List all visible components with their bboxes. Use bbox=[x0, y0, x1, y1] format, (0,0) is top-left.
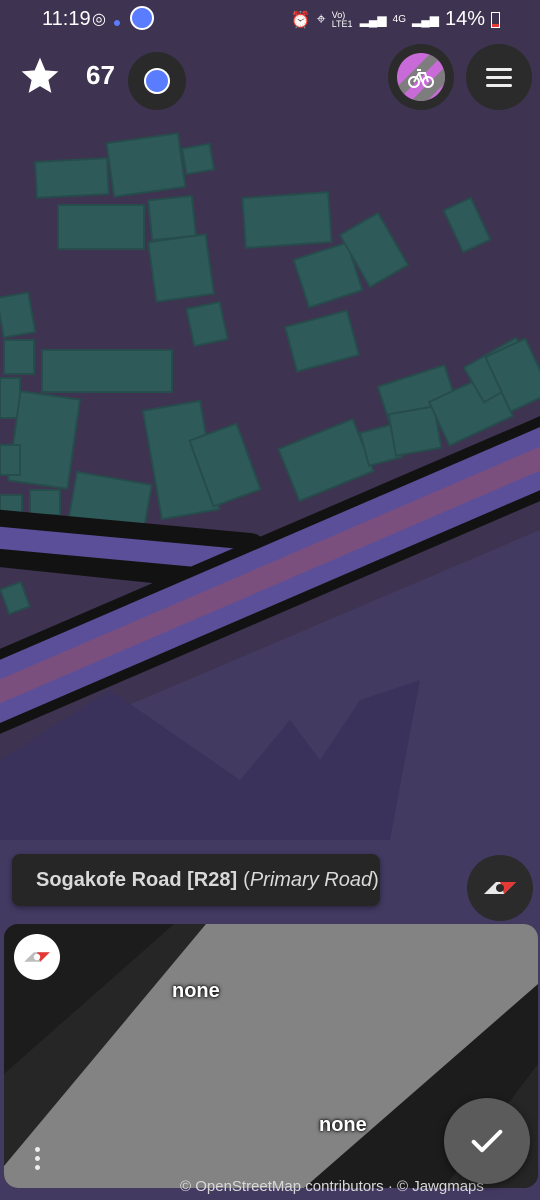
status-icons: ⏰ ⌖ Vo) LTE1 ▂▄▆ 4G ▂▄▆ 14% bbox=[291, 8, 500, 31]
signal-icon: ▂▄▆ bbox=[359, 12, 387, 27]
location-marker-icon bbox=[130, 6, 154, 30]
alarm-icon: ⏰ bbox=[290, 11, 311, 29]
volte-label: Vo) LTE1 bbox=[331, 9, 353, 29]
gps-location-button[interactable] bbox=[128, 52, 186, 110]
signal-icon-2: ▂▄▆ bbox=[412, 12, 439, 27]
compass-icon bbox=[484, 882, 516, 894]
bicycle-icon bbox=[397, 53, 445, 101]
status-dot-icon bbox=[114, 20, 120, 26]
panel-compass-button[interactable] bbox=[14, 934, 60, 980]
status-bar: 11:19 ◎ ⏰ ⌖ Vo) LTE1 ▂▄▆ 4G ▂▄▆ 14% bbox=[0, 0, 540, 40]
location-dot-icon bbox=[144, 68, 170, 94]
location-icon: ⌖ bbox=[316, 10, 326, 28]
network-type: 4G bbox=[392, 14, 406, 25]
battery-icon bbox=[491, 11, 500, 28]
side-left-value[interactable]: none bbox=[172, 980, 220, 1003]
confirm-button[interactable] bbox=[444, 1098, 530, 1184]
more-options-button[interactable] bbox=[24, 1140, 50, 1176]
road-info-label[interactable]: Sogakofe Road [R28] (Primary Road) bbox=[12, 854, 380, 906]
more-vertical-icon bbox=[34, 1146, 40, 1152]
vehicle-profile-button[interactable] bbox=[388, 44, 454, 110]
menu-button[interactable] bbox=[466, 44, 532, 110]
star-icon bbox=[21, 57, 59, 93]
status-time: 11:19 bbox=[42, 8, 91, 30]
compass-icon bbox=[24, 952, 50, 962]
road-name: Sogakofe Road [R28] bbox=[36, 868, 238, 891]
menu-icon bbox=[486, 63, 512, 92]
star-button[interactable] bbox=[14, 50, 66, 102]
star-count: 67 bbox=[86, 60, 115, 90]
side-right-value[interactable]: none bbox=[319, 1114, 367, 1137]
whatsapp-icon: ◎ bbox=[92, 11, 106, 28]
compass-button[interactable] bbox=[467, 855, 533, 921]
road-type: Primary Road bbox=[249, 868, 373, 891]
battery-level: 14% bbox=[444, 8, 485, 30]
checkmark-icon bbox=[471, 1129, 503, 1153]
